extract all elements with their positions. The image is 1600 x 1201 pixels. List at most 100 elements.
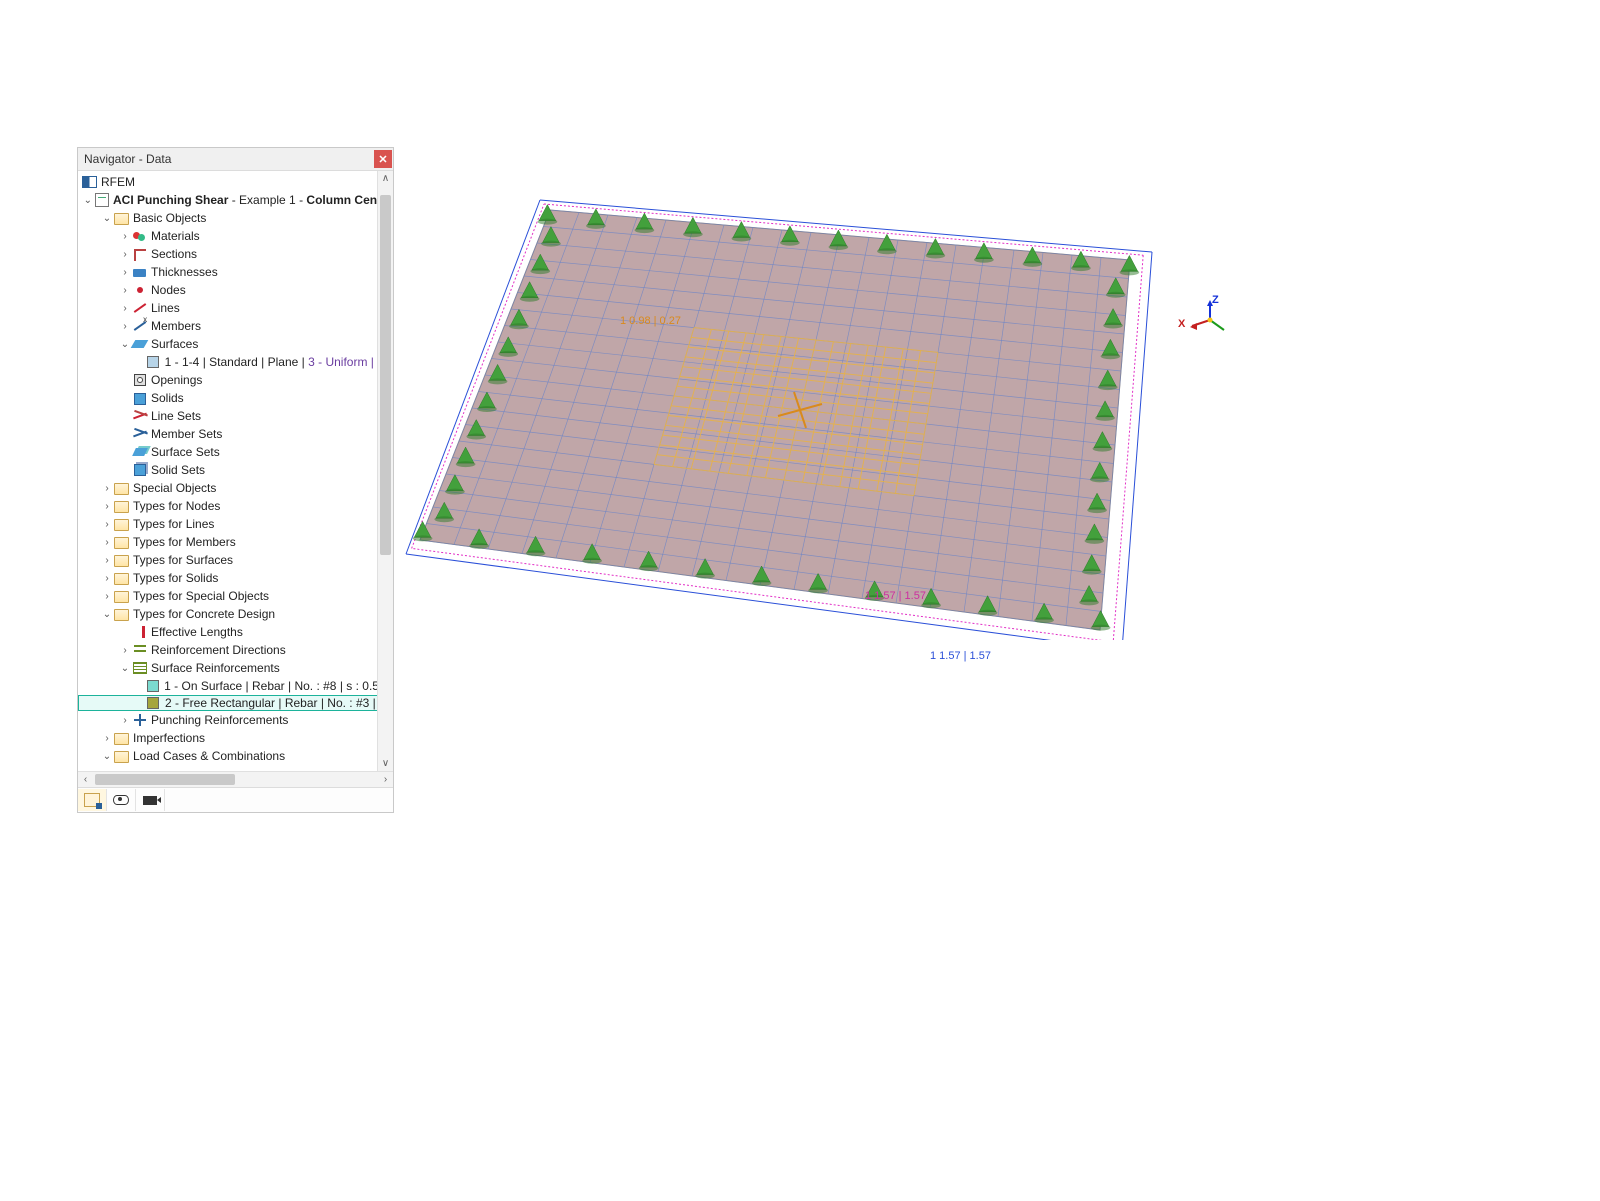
chevron-right-icon[interactable]: › xyxy=(118,249,132,260)
tree-member-sets[interactable]: Member Sets xyxy=(78,425,393,443)
project-icon xyxy=(94,193,109,207)
chevron-right-icon[interactable]: › xyxy=(100,573,114,584)
tree-concrete-design[interactable]: ⌄ Types for Concrete Design xyxy=(78,605,393,623)
tree-surfaces[interactable]: ⌄ Surfaces xyxy=(78,335,393,353)
tree-types-nodes-label: Types for Nodes xyxy=(133,499,220,513)
chevron-right-icon[interactable]: › xyxy=(100,483,114,494)
horizontal-scrollbar[interactable]: ‹ › xyxy=(78,771,393,787)
tree-types-members[interactable]: › Types for Members xyxy=(78,533,393,551)
tree-types-special-label: Types for Special Objects xyxy=(133,589,269,603)
navigator-titlebar: Navigator - Data ✕ xyxy=(78,148,393,171)
folder-icon xyxy=(114,571,129,585)
tree-sr-item-2-label: 2 - Free Rectangular | Rebar | No. : #3 … xyxy=(165,696,376,710)
tree-sr-item-1[interactable]: 1 - On Surface | Rebar | No. : #8 | s : … xyxy=(78,677,393,695)
materials-icon xyxy=(132,229,147,243)
tree-types-surfaces[interactable]: › Types for Surfaces xyxy=(78,551,393,569)
solidsets-icon xyxy=(132,463,147,477)
axis-z-label: Z xyxy=(1212,294,1219,306)
scroll-right-icon[interactable]: › xyxy=(378,774,393,785)
tree-surface-item-1[interactable]: 1 - 1-4 | Standard | Plane | 3 - Uniform… xyxy=(78,353,393,371)
chevron-right-icon[interactable]: › xyxy=(100,519,114,530)
vertical-scrollbar[interactable]: ∧ ∨ xyxy=(377,171,393,771)
nav-views-button[interactable] xyxy=(136,789,165,811)
model-viewport[interactable]: Z X 1 0.98 | 0.27 1 1.57 | 1.57 1 1.57 |… xyxy=(400,160,1220,640)
tree-openings[interactable]: Openings xyxy=(78,371,393,389)
chevron-down-icon[interactable]: ⌄ xyxy=(100,751,114,762)
chevron-down-icon[interactable]: ⌄ xyxy=(100,609,114,620)
scroll-thumb[interactable] xyxy=(380,195,391,555)
folder-icon xyxy=(114,553,129,567)
tree-root-label: RFEM xyxy=(101,175,135,189)
tree-types-special[interactable]: › Types for Special Objects xyxy=(78,587,393,605)
tree-imperfections[interactable]: › Imperfections xyxy=(78,729,393,747)
swatch-icon xyxy=(146,355,161,369)
tree-materials-label: Materials xyxy=(151,229,200,243)
tree-members[interactable]: › Members xyxy=(78,317,393,335)
tree-basic-objects[interactable]: ⌄ Basic Objects xyxy=(78,209,393,227)
chevron-down-icon[interactable]: ⌄ xyxy=(82,195,94,206)
chevron-right-icon[interactable]: › xyxy=(100,555,114,566)
hscroll-thumb[interactable] xyxy=(95,774,235,785)
tree-types-solids-label: Types for Solids xyxy=(133,571,218,585)
chevron-right-icon[interactable]: › xyxy=(100,591,114,602)
tree-lines-label: Lines xyxy=(151,301,180,315)
tree-effective-lengths[interactable]: Effective Lengths xyxy=(78,623,393,641)
tree-project[interactable]: ⌄ ACI Punching Shear - Example 1 - Colum… xyxy=(78,191,393,209)
scroll-up-icon[interactable]: ∧ xyxy=(378,171,393,186)
tree-sections[interactable]: › Sections xyxy=(78,245,393,263)
tree-types-lines[interactable]: › Types for Lines xyxy=(78,515,393,533)
tree-lines[interactable]: › Lines xyxy=(78,299,393,317)
tree-surface-sets[interactable]: Surface Sets xyxy=(78,443,393,461)
rfem-icon xyxy=(82,175,97,189)
scroll-down-icon[interactable]: ∨ xyxy=(378,756,393,771)
tree-line-sets[interactable]: Line Sets xyxy=(78,407,393,425)
tree-sections-label: Sections xyxy=(151,247,197,261)
chevron-down-icon[interactable]: ⌄ xyxy=(118,663,132,674)
tree-member-sets-label: Member Sets xyxy=(151,427,222,441)
tree-solid-sets-label: Solid Sets xyxy=(151,463,205,477)
chevron-right-icon[interactable]: › xyxy=(100,501,114,512)
chevron-right-icon[interactable]: › xyxy=(118,303,132,314)
chevron-right-icon[interactable]: › xyxy=(100,537,114,548)
tree-loadcases[interactable]: ⌄ Load Cases & Combinations xyxy=(78,747,393,765)
punching-reinforcements-icon xyxy=(132,713,147,727)
tree-punching-reinf-label: Punching Reinforcements xyxy=(151,713,288,727)
nav-data-button[interactable] xyxy=(78,789,107,811)
chevron-right-icon[interactable]: › xyxy=(118,715,132,726)
swatch-icon xyxy=(145,679,160,693)
tree-thicknesses[interactable]: › Thicknesses xyxy=(78,263,393,281)
tree-types-nodes[interactable]: › Types for Nodes xyxy=(78,497,393,515)
tree-special-objects[interactable]: › Special Objects xyxy=(78,479,393,497)
nav-display-button[interactable] xyxy=(107,789,136,811)
tree-openings-label: Openings xyxy=(151,373,202,387)
chevron-right-icon[interactable]: › xyxy=(118,321,132,332)
tree-solids[interactable]: Solids xyxy=(78,389,393,407)
tree-root-rfem[interactable]: RFEM xyxy=(78,173,393,191)
tree-sr-item-2-selected[interactable]: 2 - Free Rectangular | Rebar | No. : #3 … xyxy=(78,695,393,711)
tree-concrete-design-label: Types for Concrete Design xyxy=(133,607,275,621)
tree-materials[interactable]: › Materials xyxy=(78,227,393,245)
tree-solid-sets[interactable]: Solid Sets xyxy=(78,461,393,479)
folder-icon xyxy=(114,731,129,745)
tree-surface-reinf[interactable]: ⌄ Surface Reinforcements xyxy=(78,659,393,677)
tree-reinf-dirs[interactable]: › Reinforcement Directions xyxy=(78,641,393,659)
chevron-down-icon[interactable]: ⌄ xyxy=(100,213,114,224)
surfacesets-icon xyxy=(132,445,147,459)
tree-loadcases-label: Load Cases & Combinations xyxy=(133,749,285,763)
chevron-right-icon[interactable]: › xyxy=(100,733,114,744)
thickness-icon xyxy=(132,265,147,279)
tree-types-solids[interactable]: › Types for Solids xyxy=(78,569,393,587)
swatch-icon xyxy=(146,696,161,710)
chevron-right-icon[interactable]: › xyxy=(118,285,132,296)
tree-surface-item-1-label: 1 - 1-4 | Standard | Plane | 3 - Uniform… xyxy=(165,355,377,369)
chevron-right-icon[interactable]: › xyxy=(118,231,132,242)
chevron-right-icon[interactable]: › xyxy=(118,645,132,656)
navigator-panel: Navigator - Data ✕ ∧ ∨ RFEM ⌄ ACI Punchi… xyxy=(77,147,394,813)
close-button[interactable]: ✕ xyxy=(374,150,392,168)
tree-nodes[interactable]: › Nodes xyxy=(78,281,393,299)
tree-punching-reinf[interactable]: › Punching Reinforcements xyxy=(78,711,393,729)
scroll-left-icon[interactable]: ‹ xyxy=(78,774,93,785)
tree-members-label: Members xyxy=(151,319,201,333)
chevron-right-icon[interactable]: › xyxy=(118,267,132,278)
tree-types-members-label: Types for Members xyxy=(133,535,236,549)
